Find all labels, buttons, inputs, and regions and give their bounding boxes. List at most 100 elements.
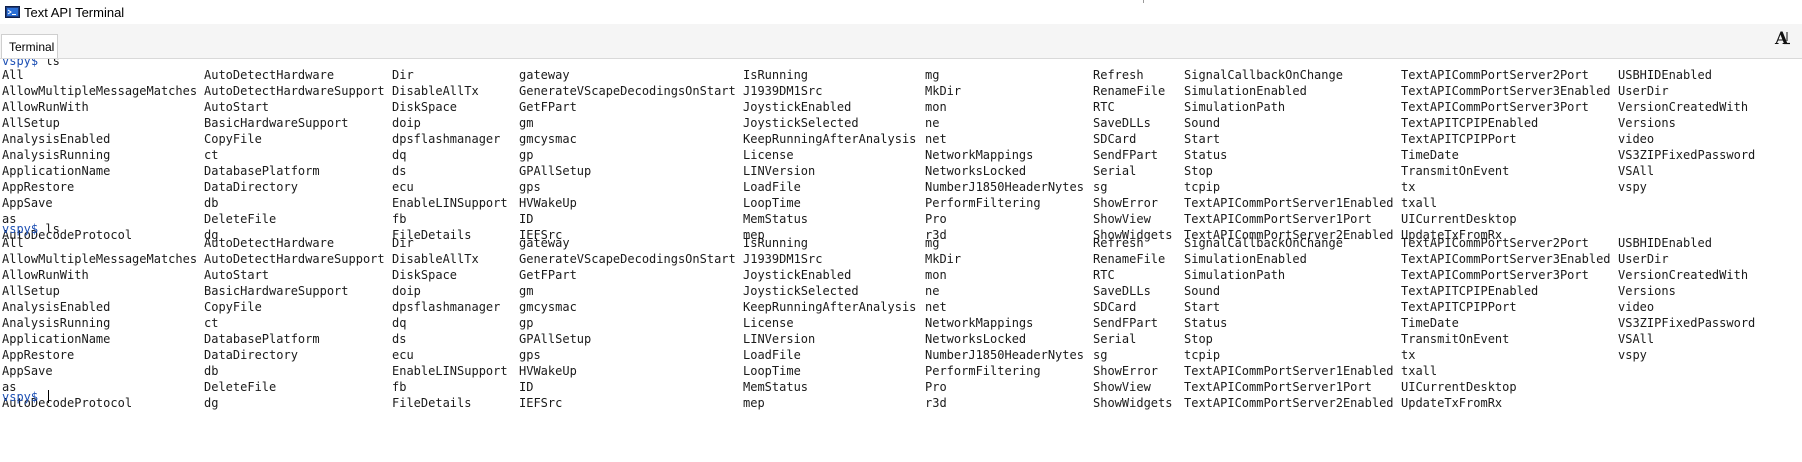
listing-entry: JoystickSelected [743,284,859,298]
listing-entry: Versions [1618,284,1676,298]
listing-entry: Status [1184,316,1228,330]
listing-entry: tx [1401,180,1416,194]
listing-entry: GetFPart [519,268,577,282]
listing-entry: ne [925,116,940,130]
listing-entry: SendFPart [1093,316,1159,330]
listing-entry: AllSetup [2,116,60,130]
listing-entry: GenerateVScapeDecodingsOnStart [519,252,736,266]
listing-entry: gmcysmac [519,132,577,146]
listing-entry: GenerateVScapeDecodingsOnStart [519,84,736,98]
listing-entry: Pro [925,380,947,394]
listing-entry: gm [519,116,534,130]
listing-entry: UICurrentDesktop [1401,212,1517,226]
listing-entry: IEFSrc [519,396,563,410]
listing-entry: net [925,300,947,314]
listing-entry: AnalysisRunning [2,316,111,330]
listing-entry: Dir [392,236,414,250]
listing-entry: ApplicationName [2,164,111,178]
listing-entry: AutoDetectHardware [204,236,335,250]
listing-entry: Refresh [1093,68,1144,82]
listing-entry: gateway [519,236,570,250]
listing-entry: AllSetup [2,284,60,298]
listing-entry: mg [925,236,940,250]
terminal-app-icon [5,6,20,18]
listing-entry: LINVersion [743,164,816,178]
listing-entry: txall [1401,196,1438,210]
terminal-output[interactable]: vspy$ ls All AllowMultipleMessageMatches A… [0,59,1802,462]
listing-entry: License [743,148,794,162]
listing-entry: RTC [1093,268,1115,282]
listing-entry: ID [519,380,534,394]
listing-entry: db [204,196,219,210]
listing-entry: video [1618,300,1655,314]
font-size-button[interactable]: A [1772,28,1792,48]
listing-entry: JoystickEnabled [743,100,852,114]
listing-entry: GetFPart [519,100,577,114]
listing-entry: JoystickEnabled [743,268,852,282]
listing-entry: Versions [1618,116,1676,130]
listing-entry: TextAPICommPortServer2Port [1401,236,1589,250]
listing-entry: NetworksLocked [925,332,1027,346]
listing-entry: EnableLINSupport [392,364,508,378]
listing-entry: net [925,132,947,146]
listing-entry: ShowView [1093,380,1151,394]
listing-entry: SaveDLLs [1093,116,1151,130]
listing-entry: AnalysisRunning [2,148,111,162]
listing-entry: IsRunning [743,236,809,250]
listing-entry: ne [925,284,940,298]
listing-entry: gm [519,284,534,298]
listing-entry: AnalysisEnabled [2,300,111,314]
listing-entry: UserDir [1618,84,1669,98]
listing-entry: ShowWidgets [1093,396,1173,410]
listing-entry: AutoStart [204,100,270,114]
listing-entry: Start [1184,132,1221,146]
listing-entry: gp [519,148,534,162]
listing-entry: J1939DM1Src [743,84,823,98]
tab-terminal[interactable]: Terminal [1,34,58,58]
listing-entry: JoystickSelected [743,116,859,130]
listing-entry: VSAll [1618,164,1655,178]
listing-entry: Stop [1184,164,1213,178]
listing-entry: SimulationEnabled [1184,252,1307,266]
listing-entry: gps [519,348,541,362]
listing-entry: fb [392,380,407,394]
listing-entry: License [743,316,794,330]
listing-entry: Stop [1184,332,1213,346]
listing-entry: VS3ZIPFixedPassword [1618,148,1756,162]
listing-entry: dpsflashmanager [392,300,501,314]
listing-entry: r3d [925,396,947,410]
listing-entry: TextAPICommPortServer3Enabled [1401,84,1611,98]
command-text: ls [45,222,60,236]
listing-entry: mep [743,396,765,410]
listing-entry: Dir [392,68,414,82]
listing-entry: Status [1184,148,1228,162]
listing-entry: sg [1093,180,1108,194]
listing-entry: AppRestore [2,180,75,194]
listing-entry: db [204,364,219,378]
listing-entry: dq [392,148,407,162]
tab-terminal-label: Terminal [9,40,55,54]
listing-entry: ShowError [1093,196,1159,210]
listing-entry: TimeDate [1401,316,1459,330]
listing-entry: TimeDate [1401,148,1459,162]
listing-entry: SDCard [1093,132,1137,146]
listing-entry: PerformFiltering [925,364,1041,378]
listing-entry: MkDir [925,252,962,266]
listing-entry: vspy [1618,180,1647,194]
listing-entry: MkDir [925,84,962,98]
font-size-icon: A [1774,29,1790,47]
listing-entry: RenameFile [1093,84,1166,98]
command-text: ls [45,59,60,68]
listing-entry: AllowRunWith [2,268,89,282]
listing-entry: AppSave [2,364,53,378]
listing-entry: LoadFile [743,180,801,194]
listing-entry: MemStatus [743,212,809,226]
listing-entry: tx [1401,348,1416,362]
listing-entry: TextAPICommPortServer3Enabled [1401,252,1611,266]
text-cursor [48,390,50,403]
listing-entry: J1939DM1Src [743,252,823,266]
command-line-current[interactable]: vspy$ [2,389,50,405]
listing-entry: TextAPICommPortServer1Port [1184,212,1372,226]
title-bar: Text API Terminal [0,0,1802,25]
listing-entry: NumberJ1850HeaderNytes [925,180,1084,194]
